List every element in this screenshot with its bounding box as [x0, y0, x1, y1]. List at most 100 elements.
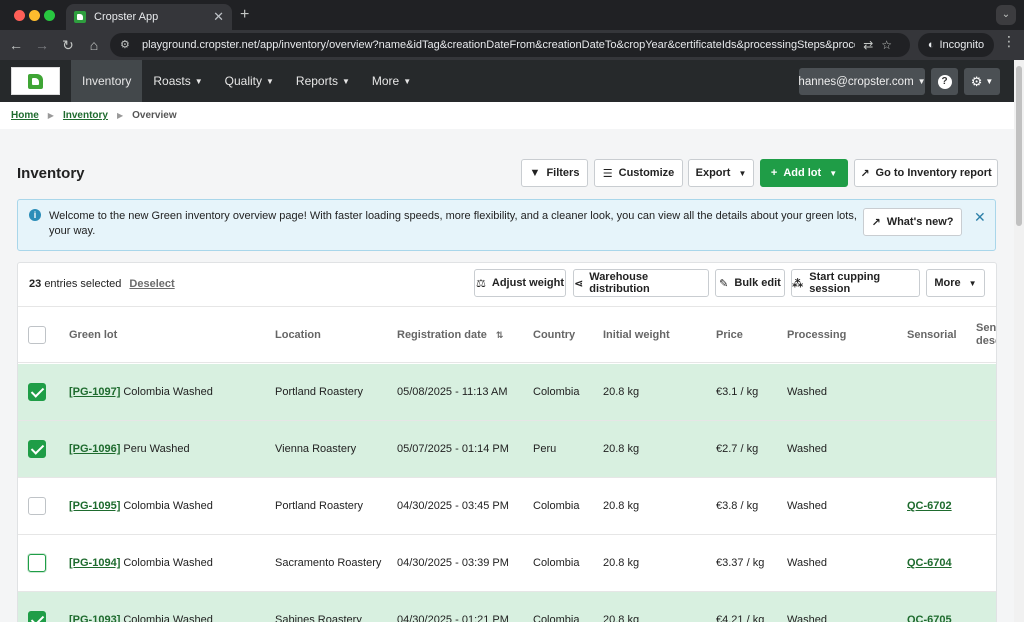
cropster-logo-icon — [28, 73, 43, 89]
filters-button[interactable]: ▼ Filters — [521, 159, 588, 187]
table-row[interactable]: [PG-1093] Colombia Washed Sabines Roastery… — [18, 592, 996, 622]
warehouse-distribution-button[interactable]: ⋖ Warehouse distribution — [573, 269, 709, 297]
browser-tab[interactable]: Cropster App ✕ — [66, 4, 232, 30]
reload-icon[interactable]: ↻ — [56, 33, 80, 57]
settings-button[interactable]: ⚙ ▼ — [964, 68, 1000, 95]
column-header-registration-date[interactable]: Registration date ⇅ — [397, 329, 503, 341]
bulk-edit-button[interactable]: ✎ Bulk edit — [715, 269, 785, 297]
close-icon[interactable]: ✕ — [974, 209, 986, 226]
cell-price: €2.7 / kg — [716, 443, 759, 455]
scale-icon: ⚖ — [476, 277, 486, 290]
whats-new-button[interactable]: ↗ What's new? — [863, 208, 962, 236]
app-navbar: Inventory Roasts ▼ Quality ▼ Reports ▼ More… — [0, 60, 1014, 102]
selected-suffix: entries selected — [44, 278, 122, 290]
inventory-table-card: 23 entries selected Deselect ⚖ Adjust wei… — [17, 262, 997, 622]
cell-registration-date: 04/30/2025 - 03:39 PM — [397, 557, 509, 569]
translate-and-bookmark-icons[interactable]: ⇄☆ — [863, 38, 900, 52]
export-button[interactable]: Export ▼ — [688, 159, 754, 187]
close-icon[interactable]: ✕ — [213, 9, 224, 25]
caret-down-icon: ▼ — [403, 76, 412, 86]
new-tab-plus-icon[interactable]: + — [240, 6, 249, 24]
lot-id-link[interactable]: [PG-1097] — [69, 386, 120, 398]
lot-id-link[interactable]: [PG-1095] — [69, 500, 120, 512]
row-checkbox[interactable] — [28, 383, 46, 401]
breadcrumb: Home ▶ Inventory ▶ Overview — [0, 102, 1014, 129]
caret-down-icon: ▼ — [917, 77, 926, 86]
sensorial-link[interactable]: QC-6702 — [907, 500, 952, 512]
cell-country: Colombia — [533, 614, 580, 622]
column-header-sensorial-desc[interactable]: Sens desc — [976, 322, 996, 348]
help-button[interactable]: ? — [931, 68, 958, 95]
cropster-logo[interactable] — [11, 67, 60, 95]
nav-item-inventory[interactable]: Inventory — [71, 60, 143, 102]
sort-icon[interactable]: ⇅ — [496, 330, 504, 340]
start-cupping-session-button[interactable]: ⁂ Start cupping session — [791, 269, 920, 297]
lot-id-link[interactable]: [PG-1094] — [69, 557, 120, 569]
select-all-checkbox[interactable] — [28, 326, 46, 344]
sensorial-link[interactable]: QC-6705 — [907, 614, 952, 622]
forward-arrow-icon[interactable]: → — [30, 33, 54, 57]
browser-toolbar: ← → ↻ ⌂ ⚙ playground.cropster.net/app/in… — [0, 30, 1024, 60]
address-bar[interactable]: ⚙ playground.cropster.net/app/inventory/… — [110, 33, 910, 57]
lot-id-link[interactable]: [PG-1093] — [69, 614, 120, 622]
cell-location: Portland Roastery — [275, 386, 364, 398]
browser-menu-kebab-icon[interactable]: ⋮ — [1002, 33, 1016, 50]
breadcrumb-current: Overview — [132, 110, 177, 121]
column-header-country[interactable]: Country — [533, 329, 575, 341]
incognito-indicator[interactable]: ◐ Incognito — [918, 33, 994, 57]
user-menu-button[interactable]: hannes@cropster.com ▼ — [798, 68, 926, 95]
nav-item-reports[interactable]: Reports ▼ — [285, 60, 361, 102]
cell-initial-weight: 20.8 kg — [603, 557, 640, 569]
deselect-link[interactable]: Deselect — [129, 278, 174, 290]
add-lot-button[interactable]: + Add lot ▼ — [760, 159, 848, 187]
column-header-price[interactable]: Price — [716, 329, 743, 341]
breadcrumb-home[interactable]: Home — [11, 110, 39, 121]
cell-registration-date: 05/07/2025 - 01:14 PM — [397, 443, 509, 455]
column-header-initial-weight[interactable]: Initial weight — [603, 329, 670, 341]
funnel-icon: ▼ — [529, 167, 541, 179]
scrollbar-thumb[interactable] — [1016, 66, 1022, 226]
cell-processing: Washed — [787, 386, 827, 398]
close-window-button[interactable] — [14, 10, 25, 21]
table-row[interactable]: [PG-1094] Colombia Washed Sacramento Roast… — [18, 535, 996, 592]
row-checkbox[interactable] — [28, 611, 46, 622]
maximize-window-button[interactable] — [44, 10, 55, 21]
cropster-favicon-icon — [74, 11, 86, 23]
nav-item-quality[interactable]: Quality ▼ — [214, 60, 285, 102]
tab-search-chevron-icon[interactable]: ⌄ — [996, 5, 1016, 25]
table-row[interactable]: [PG-1095] Colombia Washed Portland Roaster… — [18, 478, 996, 535]
cell-processing: Washed — [787, 614, 827, 622]
column-header-green-lot[interactable]: Green lot — [69, 329, 117, 341]
cell-registration-date: 04/30/2025 - 01:21 PM — [397, 614, 509, 622]
table-header: Green lot Location Registration date ⇅ C… — [18, 306, 996, 363]
row-checkbox[interactable] — [28, 497, 46, 515]
column-header-processing[interactable]: Processing — [787, 329, 846, 341]
site-info-icon[interactable]: ⚙ — [120, 38, 134, 52]
nav-item-more[interactable]: More ▼ — [361, 60, 422, 102]
row-checkbox[interactable] — [28, 440, 46, 458]
page-scrollbar[interactable] — [1014, 60, 1024, 622]
cupping-icon: ⁂ — [792, 277, 804, 290]
cell-price: €4.21 / kg — [716, 614, 765, 622]
cell-initial-weight: 20.8 kg — [603, 443, 640, 455]
share-nodes-icon: ⋖ — [574, 277, 584, 290]
column-header-location[interactable]: Location — [275, 329, 321, 341]
url-text[interactable]: playground.cropster.net/app/inventory/ov… — [142, 39, 855, 51]
row-checkbox[interactable] — [28, 554, 46, 572]
adjust-weight-button[interactable]: ⚖ Adjust weight — [474, 269, 566, 297]
cell-location: Portland Roastery — [275, 500, 364, 512]
caret-down-icon: ▼ — [341, 76, 350, 86]
customize-button[interactable]: ☰ Customize — [594, 159, 683, 187]
column-header-sensorial[interactable]: Sensorial — [907, 329, 957, 341]
table-row[interactable]: [PG-1097] Colombia Washed Portland Roaster… — [18, 364, 996, 421]
home-icon[interactable]: ⌂ — [82, 33, 106, 57]
minimize-window-button[interactable] — [29, 10, 40, 21]
sensorial-link[interactable]: QC-6704 — [907, 557, 952, 569]
inventory-report-button[interactable]: ↗ Go to Inventory report — [854, 159, 998, 187]
more-actions-button[interactable]: More ▼ — [926, 269, 985, 297]
breadcrumb-inventory[interactable]: Inventory — [63, 110, 108, 121]
back-arrow-icon[interactable]: ← — [4, 33, 28, 57]
nav-item-roasts[interactable]: Roasts ▼ — [142, 60, 213, 102]
table-row[interactable]: [PG-1096] Peru Washed Vienna Roastery 05/07… — [18, 421, 996, 478]
lot-id-link[interactable]: [PG-1096] — [69, 443, 120, 455]
